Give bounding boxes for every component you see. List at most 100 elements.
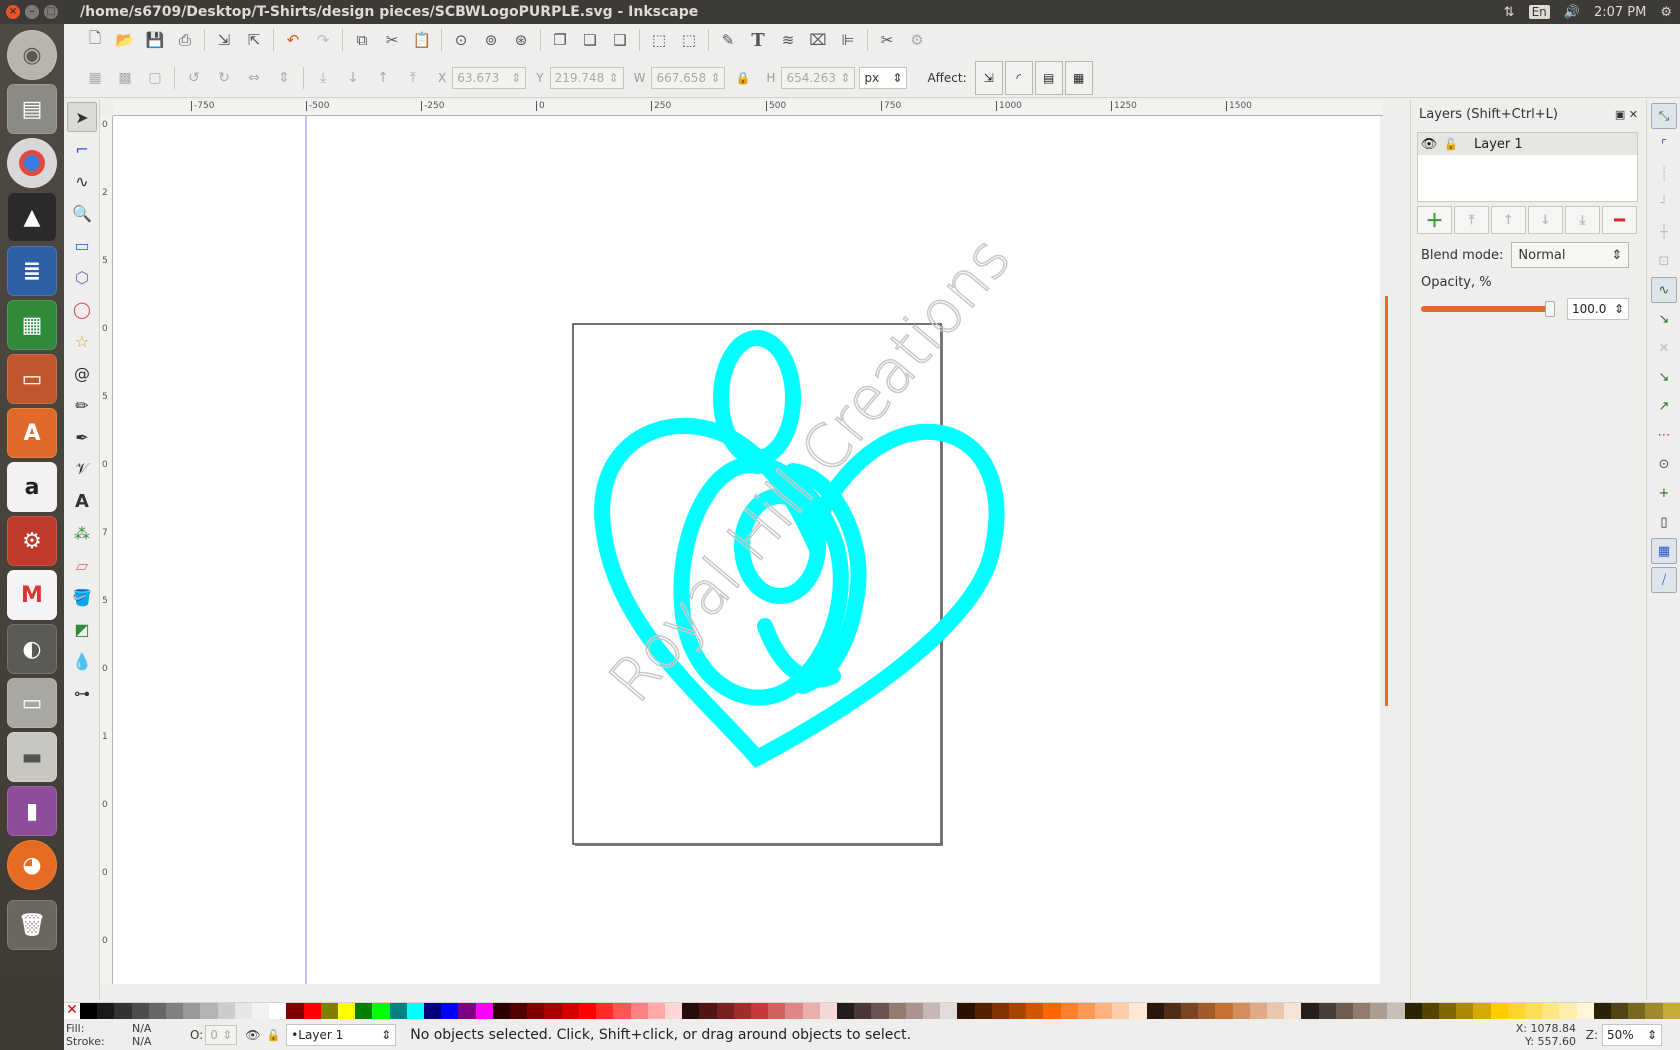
color-swatch[interactable] (114, 1003, 132, 1019)
fill-stroke-icon[interactable]: ✎ (713, 26, 743, 54)
color-swatch[interactable] (768, 1003, 786, 1019)
color-swatch[interactable] (699, 1003, 717, 1019)
color-swatch[interactable] (1507, 1003, 1526, 1019)
color-swatch[interactable] (1232, 1003, 1250, 1019)
color-swatch[interactable] (647, 1003, 665, 1019)
gimp-icon[interactable]: ◐ (7, 624, 57, 674)
color-swatch[interactable] (355, 1003, 373, 1019)
color-swatch[interactable] (733, 1003, 751, 1019)
color-swatch[interactable] (664, 1003, 683, 1019)
scroll-thumb[interactable] (1385, 296, 1388, 706)
color-swatch[interactable] (1026, 1003, 1044, 1019)
calligraphy-tool-icon[interactable]: 𝒱 (67, 454, 97, 484)
vertical-ruler[interactable]: 0 2 5 0 5 0 7 5 0 1 0 0 0 (100, 116, 113, 984)
horizontal-ruler[interactable]: -750 -500 -250 0 250 500 750 1000 1250 1500 (113, 100, 1383, 116)
color-swatch[interactable] (1628, 1003, 1646, 1019)
color-swatch[interactable] (716, 1003, 734, 1019)
color-swatch[interactable] (1318, 1003, 1336, 1019)
flip-vertical-icon[interactable]: ⇕ (269, 64, 299, 92)
color-swatch[interactable] (922, 1003, 941, 1019)
snap-paths-icon[interactable]: ↘ (1651, 306, 1677, 332)
color-swatch[interactable] (286, 1003, 304, 1019)
snap-smooth-icon[interactable]: ↗ (1651, 393, 1677, 419)
snap-bbox-edges-icon[interactable]: ┊ (1651, 161, 1677, 187)
color-swatch[interactable] (819, 1003, 837, 1019)
color-swatch[interactable] (1284, 1003, 1302, 1019)
ubuntu-dash-icon[interactable]: ◉ (7, 30, 57, 80)
group-icon[interactable]: ⬚ (644, 26, 674, 54)
y-field[interactable]: 219.748 ⇕ (549, 66, 624, 89)
scale-corners-toggle[interactable]: ◜ (1004, 60, 1033, 95)
color-swatch[interactable] (441, 1003, 459, 1019)
color-swatch[interactable] (372, 1003, 390, 1019)
unit-select[interactable]: px ⇕ (859, 66, 908, 89)
snap-bbox-icon[interactable]: ⌜ (1651, 132, 1677, 158)
snap-rotation-center-icon[interactable]: + (1651, 480, 1677, 506)
gmail-icon[interactable]: M (7, 570, 57, 620)
layer-down-button[interactable]: ↓ (1528, 206, 1563, 234)
color-swatch[interactable] (200, 1003, 218, 1019)
ellipse-tool-icon[interactable]: ◯ (67, 294, 97, 324)
snap-toggle-icon[interactable]: ⤡ (1651, 103, 1677, 129)
move-gradients-toggle[interactable]: ▤ (1034, 60, 1063, 95)
color-swatch[interactable] (303, 1003, 321, 1019)
color-swatch[interactable] (854, 1003, 872, 1019)
color-swatch[interactable] (131, 1003, 149, 1019)
zoom-selection-icon[interactable]: ⊙ (446, 26, 476, 54)
color-swatch[interactable] (320, 1003, 339, 1019)
canvas[interactable]: Royal Hill Creations (113, 116, 1380, 984)
import-icon[interactable]: ⇲ (209, 26, 239, 54)
snap-midpoints-icon[interactable]: ⋯ (1651, 422, 1677, 448)
color-swatch[interactable] (1198, 1003, 1216, 1019)
redo-icon[interactable]: ↷ (308, 26, 338, 54)
color-swatch[interactable] (1525, 1003, 1543, 1019)
color-swatch[interactable] (1353, 1003, 1371, 1019)
snap-guides-icon[interactable]: ⧸ (1651, 567, 1677, 593)
snap-page-border-icon[interactable]: ▯ (1651, 509, 1677, 535)
color-swatch[interactable] (338, 1003, 356, 1019)
color-swatch[interactable] (802, 1003, 820, 1019)
color-swatch[interactable] (1645, 1003, 1663, 1019)
snap-bbox-centers-icon[interactable]: ⊡ (1651, 248, 1677, 274)
text-font-icon[interactable]: T (743, 26, 773, 54)
color-swatch[interactable] (561, 1003, 579, 1019)
raise-top-icon[interactable]: ⤒ (398, 64, 428, 92)
software-center-icon[interactable]: A (7, 408, 57, 458)
gear-icon[interactable]: ⚙ (1660, 5, 1672, 20)
save-icon[interactable]: 💾 (140, 26, 170, 54)
calc-icon[interactable]: ▦ (7, 300, 57, 350)
snap-bbox-midpoints-icon[interactable]: ┼ (1651, 219, 1677, 245)
rectangle-tool-icon[interactable]: ▭ (67, 230, 97, 260)
color-swatch[interactable] (1181, 1003, 1199, 1019)
open-icon[interactable]: 📂 (110, 26, 140, 54)
lock-icon[interactable]: 🔓 (267, 1029, 281, 1042)
color-swatch[interactable] (148, 1003, 167, 1019)
cut-icon[interactable]: ✂ (377, 26, 407, 54)
zoom-field[interactable]: 50% ⇕ (1602, 1024, 1662, 1046)
w-field[interactable]: 667.658 ⇕ (651, 66, 726, 89)
opacity-status-field[interactable]: 0 ⇕ (205, 1025, 238, 1045)
trash-icon[interactable]: 🗑 (7, 900, 57, 950)
snap-bbox-corners-icon[interactable]: ┘ (1651, 190, 1677, 216)
gradient-tool-icon[interactable]: ◩ (67, 614, 97, 644)
volume-icon[interactable]: 🔊 (1564, 5, 1580, 20)
spray-tool-icon[interactable]: ⁂ (67, 518, 97, 548)
chrome-icon[interactable] (7, 138, 57, 188)
paint-bucket-tool-icon[interactable]: 🪣 (67, 582, 97, 612)
color-swatch[interactable] (1387, 1003, 1405, 1019)
color-swatch[interactable] (1008, 1003, 1027, 1019)
opacity-handle[interactable] (1545, 301, 1555, 317)
color-swatch[interactable] (682, 1003, 700, 1019)
lock-icon[interactable]: 🔒 (735, 71, 750, 85)
files-icon[interactable]: ▤ (7, 84, 57, 134)
inkscape-icon[interactable]: ▲ (7, 192, 57, 242)
snap-centers-icon[interactable]: ⊙ (1651, 451, 1677, 477)
color-swatch[interactable] (1249, 1003, 1268, 1019)
maximize-icon[interactable]: □ (44, 5, 58, 19)
color-swatch[interactable] (836, 1003, 855, 1019)
color-swatch[interactable] (1094, 1003, 1113, 1019)
minimize-icon[interactable]: – (25, 5, 39, 19)
color-swatch[interactable] (1490, 1003, 1508, 1019)
no-paint-swatch[interactable]: ✕ (64, 1003, 80, 1019)
clone-icon[interactable]: ❏ (575, 26, 605, 54)
